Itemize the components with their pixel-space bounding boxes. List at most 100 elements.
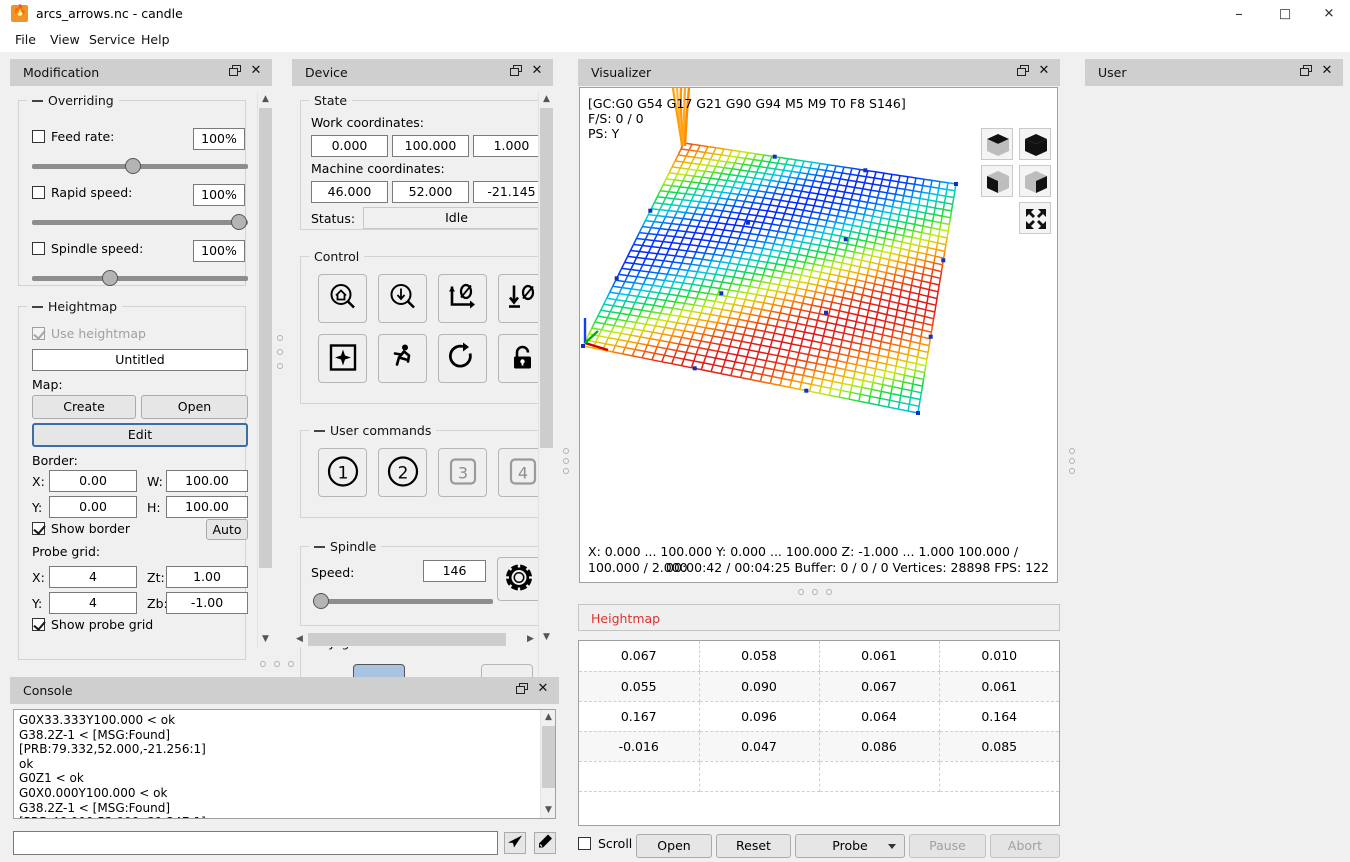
heightmap-cell[interactable]: 0.061 xyxy=(819,641,939,671)
splitter-visualizer-heightmap[interactable] xyxy=(793,586,843,598)
console-input[interactable] xyxy=(13,831,498,855)
scroll-up-icon[interactable]: ▲ xyxy=(541,710,556,725)
table-row[interactable]: 0.0670.0580.0610.010 xyxy=(579,641,1059,671)
machine-y-field[interactable]: 52.000 xyxy=(392,181,469,203)
scroll-right-icon[interactable]: ▶ xyxy=(523,632,538,647)
device-hscrollbar[interactable]: ◀ ▶ xyxy=(292,632,538,647)
scrollbar-thumb[interactable] xyxy=(259,108,272,568)
heightmap-cell[interactable]: 0.055 xyxy=(579,671,699,701)
border-x-field[interactable]: 0.00 xyxy=(49,470,137,492)
scroll-left-icon[interactable]: ◀ xyxy=(292,632,307,647)
maximize-button[interactable]: □ xyxy=(1262,0,1308,28)
float-icon[interactable] xyxy=(1017,65,1030,78)
rapid-speed-slider[interactable] xyxy=(32,213,248,231)
work-y-field[interactable]: 100.000 xyxy=(392,135,469,157)
console-output[interactable]: G0X33.333Y100.000 < okG38.2Z-1 < [MSG:Fo… xyxy=(13,709,556,819)
heightmap-cell[interactable]: 0.090 xyxy=(699,671,819,701)
front-view-button[interactable] xyxy=(981,165,1013,197)
scroll-down-icon[interactable]: ▼ xyxy=(539,630,554,645)
table-row[interactable]: 0.0550.0900.0670.061 xyxy=(579,671,1059,701)
safe-position-icon-button[interactable] xyxy=(318,334,367,383)
heightmap-cell[interactable]: -0.016 xyxy=(579,731,699,761)
use-heightmap-checkbox[interactable] xyxy=(32,327,45,340)
show-border-checkbox[interactable] xyxy=(32,522,45,535)
border-w-field[interactable]: 100.00 xyxy=(166,470,248,492)
close-button[interactable]: ✕ xyxy=(1308,0,1350,28)
minimize-button[interactable]: – xyxy=(1216,0,1262,28)
spindle-speed-field[interactable]: 146 xyxy=(423,560,486,582)
clear-button[interactable] xyxy=(534,832,556,854)
probe-search-icon-button[interactable] xyxy=(378,274,427,323)
heightmap-cell[interactable]: 0.085 xyxy=(939,731,1059,761)
spindle-speed-slider-2[interactable] xyxy=(313,592,493,610)
close-icon[interactable]: ✕ xyxy=(249,63,263,79)
heightmap-cell[interactable]: 0.086 xyxy=(819,731,939,761)
heightmap-cell[interactable]: 0.010 xyxy=(939,641,1059,671)
feed-rate-checkbox[interactable] xyxy=(32,130,45,143)
splitter-visualizer-user[interactable] xyxy=(1066,448,1078,478)
heightmap-cell[interactable]: 0.164 xyxy=(939,701,1059,731)
probe-x-field[interactable]: 4 xyxy=(49,566,137,588)
heightmap-file-field[interactable]: Untitled xyxy=(32,349,248,371)
menu-view[interactable]: View xyxy=(43,30,87,50)
splitter-modification-console[interactable] xyxy=(255,658,305,670)
close-icon[interactable]: ✕ xyxy=(1037,63,1051,79)
hscrollbar-thumb[interactable] xyxy=(308,633,506,646)
edit-map-button[interactable]: Edit xyxy=(32,423,248,447)
scroll-checkbox[interactable] xyxy=(578,837,591,850)
splitter-modification-device[interactable] xyxy=(274,330,286,380)
user-command-1-button[interactable]: 1 xyxy=(318,448,367,497)
heightmap-cell[interactable]: 0.067 xyxy=(579,641,699,671)
scroll-up-icon[interactable]: ▲ xyxy=(539,92,554,107)
top-view-button[interactable] xyxy=(1019,128,1051,160)
rapid-speed-checkbox[interactable] xyxy=(32,186,45,199)
modification-scrollbar[interactable]: ▲ ▼ xyxy=(257,92,272,647)
zero-xy-icon-button[interactable] xyxy=(438,274,487,323)
close-icon[interactable]: ✕ xyxy=(536,681,550,697)
console-scrollbar[interactable]: ▲ ▼ xyxy=(540,710,555,818)
float-icon[interactable] xyxy=(510,65,523,78)
spindle-speed-checkbox[interactable] xyxy=(32,242,45,255)
heightmap-cell[interactable]: 0.061 xyxy=(939,671,1059,701)
spindle-speed-slider[interactable] xyxy=(32,269,248,287)
visualizer-canvas[interactable]: [GC:G0 G54 G17 G21 G90 G94 M5 M9 T0 F8 S… xyxy=(579,87,1058,583)
float-icon[interactable] xyxy=(516,683,529,696)
heightmap-cell[interactable]: 0.058 xyxy=(699,641,819,671)
table-row[interactable]: -0.0160.0470.0860.085 xyxy=(579,731,1059,761)
spindle-toggle-button[interactable] xyxy=(497,557,541,601)
reset-button[interactable]: Reset xyxy=(716,834,791,858)
device-scrollbar[interactable]: ▲ ▼ xyxy=(538,92,553,690)
user-command-3-button[interactable]: 3 xyxy=(438,448,487,497)
close-icon[interactable]: ✕ xyxy=(1320,63,1334,79)
float-icon[interactable] xyxy=(229,65,242,78)
machine-x-field[interactable]: 46.000 xyxy=(311,181,388,203)
border-y-field[interactable]: 0.00 xyxy=(49,496,137,518)
scroll-down-icon[interactable]: ▼ xyxy=(541,803,556,818)
menu-file[interactable]: File xyxy=(8,30,43,50)
open-button[interactable]: Open xyxy=(636,834,712,858)
heightmap-table[interactable]: 0.0670.0580.0610.0100.0550.0900.0670.061… xyxy=(578,640,1060,826)
scrollbar-thumb[interactable] xyxy=(542,726,555,788)
show-probe-grid-checkbox[interactable] xyxy=(32,618,45,631)
probe-zt-field[interactable]: 1.00 xyxy=(166,566,248,588)
float-icon[interactable] xyxy=(1300,65,1313,78)
rapid-speed-value[interactable]: 100% xyxy=(193,184,245,206)
close-icon[interactable]: ✕ xyxy=(530,63,544,79)
user-command-2-button[interactable]: 2 xyxy=(378,448,427,497)
create-map-button[interactable]: Create xyxy=(32,395,136,419)
splitter-device-visualizer[interactable] xyxy=(560,448,572,478)
fit-view-button[interactable] xyxy=(1019,202,1051,234)
probe-dropdown[interactable]: Probe xyxy=(795,834,905,858)
menu-help[interactable]: Help xyxy=(134,30,177,50)
auto-border-button[interactable]: Auto xyxy=(206,519,248,540)
border-h-field[interactable]: 100.00 xyxy=(166,496,248,518)
heightmap-cell[interactable]: 0.064 xyxy=(819,701,939,731)
feed-rate-slider[interactable] xyxy=(32,157,248,175)
home-search-icon-button[interactable] xyxy=(318,274,367,323)
scrollbar-thumb[interactable] xyxy=(540,108,553,448)
send-button[interactable] xyxy=(504,832,526,854)
work-x-field[interactable]: 0.000 xyxy=(311,135,388,157)
probe-y-field[interactable]: 4 xyxy=(49,592,137,614)
heightmap-cell[interactable]: 0.096 xyxy=(699,701,819,731)
left-view-button[interactable] xyxy=(1019,165,1051,197)
